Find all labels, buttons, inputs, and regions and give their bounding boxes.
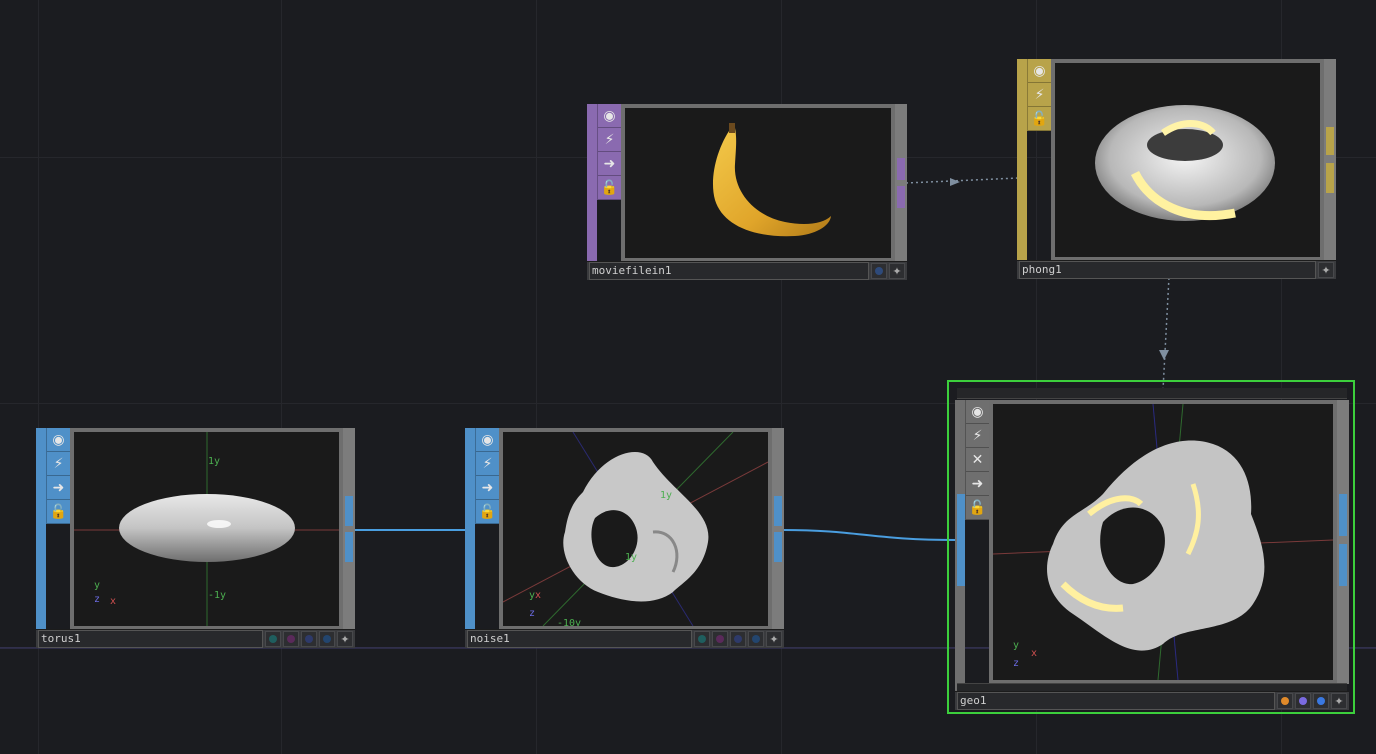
axis-label-a: 1y <box>660 490 673 501</box>
export-icon[interactable]: ➜ <box>47 476 70 500</box>
node-viewer[interactable]: y x z <box>989 400 1337 684</box>
display-flag[interactable] <box>871 263 887 279</box>
bypass-icon[interactable]: ⚡ <box>476 452 499 476</box>
gizmo-x: x <box>110 596 117 607</box>
axis-label-b: 1y <box>625 552 638 563</box>
flag-3[interactable] <box>730 631 746 647</box>
flag-2[interactable] <box>712 631 728 647</box>
gizmo-z: z <box>529 608 536 619</box>
bypass-icon[interactable]: ⚡ <box>598 128 621 152</box>
node-name[interactable]: moviefilein1 <box>589 262 869 280</box>
node-viewer[interactable] <box>621 104 895 262</box>
bypass-icon[interactable]: ⚡ <box>1028 83 1051 107</box>
node-sidebar: ◉ ⚡ ➜ 🔓 <box>465 428 500 630</box>
gizmo-z: z <box>94 594 101 605</box>
export-icon[interactable]: ➜ <box>598 152 621 176</box>
flag-1[interactable] <box>265 631 281 647</box>
viewer-icon[interactable]: ◉ <box>47 428 70 452</box>
axis-label-c: -10y <box>557 618 582 626</box>
gizmo-z: z <box>1013 658 1020 669</box>
wire-movie-phong <box>905 177 1019 184</box>
node-sidebar: ◉ ⚡ ➜ 🔓 <box>587 104 622 262</box>
geo1-left-connector <box>957 494 965 586</box>
viewer-icon[interactable]: ◉ <box>598 104 621 128</box>
pin-flag[interactable]: ✦ <box>766 631 782 647</box>
flag-2[interactable] <box>1295 693 1311 709</box>
node-sidebar: ◉ ⚡ 🔓 <box>1017 59 1052 261</box>
node-viewer[interactable]: 1y 1y -10y y x z <box>499 428 772 630</box>
node-moviefilein1[interactable]: ◉ ⚡ ➜ 🔓 moviefilein1 ✦ <box>587 104 907 280</box>
viewer-icon[interactable]: ◉ <box>1028 59 1051 83</box>
node-name[interactable]: torus1 <box>38 630 263 648</box>
lock-icon[interactable]: 🔓 <box>47 500 70 524</box>
viewer-icon[interactable]: ◉ <box>476 428 499 452</box>
node-viewer[interactable] <box>1051 59 1324 261</box>
flag-4[interactable] <box>319 631 335 647</box>
cook-icon[interactable]: ✕ <box>966 448 989 472</box>
pin-flag[interactable]: ✦ <box>1318 262 1334 278</box>
phong-torus-preview <box>1095 105 1275 221</box>
flag-4[interactable] <box>748 631 764 647</box>
node-noise1[interactable]: ◉ ⚡ ➜ 🔓 1y 1y -10y y x z noise1 ✦ <box>465 428 784 648</box>
export-icon[interactable]: ➜ <box>966 472 989 496</box>
wire-noise1-geo1 <box>782 529 958 541</box>
export-icon[interactable]: ➜ <box>476 476 499 500</box>
node-torus1[interactable]: ◉ ⚡ ➜ 🔓 1y -1y y z x torus1 ✦ <box>36 428 355 648</box>
pin-flag[interactable]: ✦ <box>889 263 905 279</box>
flag-3[interactable] <box>1313 693 1329 709</box>
node-name[interactable]: phong1 <box>1019 261 1316 279</box>
node-sidebar: ◉ ⚡ ➜ 🔓 <box>36 428 71 630</box>
gizmo-y: y <box>94 580 101 591</box>
flag-1[interactable] <box>1277 693 1293 709</box>
flag-2[interactable] <box>283 631 299 647</box>
axis-label-up: 1y <box>208 456 221 467</box>
node-phong1[interactable]: ◉ ⚡ 🔓 phong1 ✦ <box>1017 59 1336 279</box>
lock-icon[interactable]: 🔓 <box>966 496 989 520</box>
gizmo-y: y <box>1013 640 1020 651</box>
node-viewer[interactable]: 1y -1y y z x <box>70 428 343 630</box>
geo1-header-bar <box>957 388 1347 399</box>
lock-icon[interactable]: 🔓 <box>598 176 621 200</box>
banana-image <box>712 123 831 237</box>
axis-label-down: -1y <box>208 590 227 601</box>
pin-flag[interactable]: ✦ <box>337 631 353 647</box>
noise-preview <box>503 432 768 626</box>
lock-icon[interactable]: 🔓 <box>476 500 499 524</box>
gizmo-x: x <box>535 590 542 601</box>
node-name[interactable]: noise1 <box>467 630 692 648</box>
node-name[interactable]: geo1 <box>957 692 1275 710</box>
geo1-rightbar <box>1337 400 1349 684</box>
flag-1[interactable] <box>694 631 710 647</box>
flag-3[interactable] <box>301 631 317 647</box>
geo-preview <box>993 404 1333 680</box>
bypass-icon[interactable]: ⚡ <box>47 452 70 476</box>
viewer-icon[interactable]: ◉ <box>966 400 989 424</box>
lock-icon[interactable]: 🔓 <box>1028 107 1051 131</box>
node-geo1[interactable]: ◉ ⚡ ✕ ➜ 🔓 y x z geo1 ✦ <box>955 388 1349 710</box>
pin-flag[interactable]: ✦ <box>1331 693 1347 709</box>
bypass-icon[interactable]: ⚡ <box>966 424 989 448</box>
gizmo-x: x <box>1031 648 1038 659</box>
